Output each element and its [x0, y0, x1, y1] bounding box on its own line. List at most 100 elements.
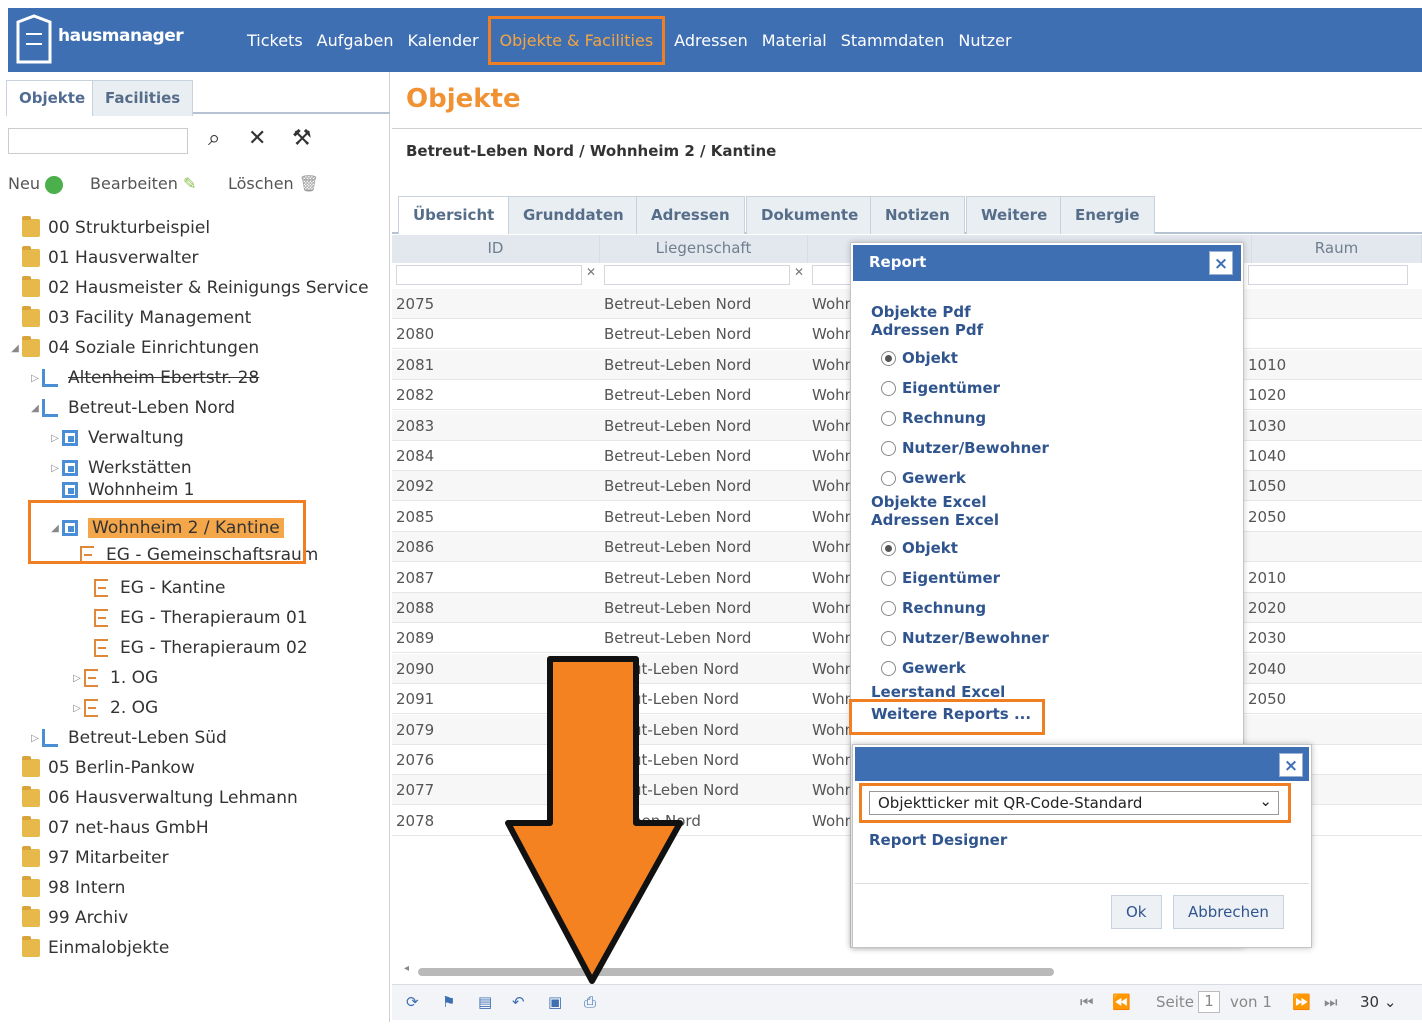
column-header-liegenschaft[interactable]: Liegenschaft [600, 235, 808, 263]
tree-node[interactable]: ◢ Betreut-Leben Nord [28, 394, 235, 422]
pdf-option-rechnung[interactable]: Rechnung [881, 409, 986, 427]
nav-tickets[interactable]: Tickets [240, 31, 310, 50]
save-icon[interactable]: ▤ [478, 993, 492, 1011]
tab-uebersicht[interactable]: Übersicht [398, 196, 510, 234]
tree-node[interactable]: 03 Facility Management [8, 304, 251, 332]
tab-objekte[interactable]: Objekte [6, 80, 99, 116]
nav-aufgaben[interactable]: Aufgaben [310, 31, 401, 50]
report-designer-link[interactable]: Report Designer [869, 831, 1007, 849]
page-input[interactable]: 1 [1198, 991, 1220, 1013]
filter-input-id[interactable] [396, 265, 582, 285]
tree-node[interactable]: Wohnheim 1 [48, 480, 195, 500]
tree-node[interactable]: ▷ Betreut-Leben Süd [28, 724, 227, 752]
close-icon[interactable]: × [1209, 251, 1233, 275]
tree-node[interactable]: 98 Intern [8, 874, 125, 902]
tab-dokumente[interactable]: Dokumente [746, 196, 874, 234]
pdf-option-eigentuemer[interactable]: Eigentümer [881, 379, 1000, 397]
tab-grunddaten[interactable]: Grunddaten [508, 196, 639, 234]
pdf-option-gewerk[interactable]: Gewerk [881, 469, 966, 487]
filter-input-liegenschaft[interactable] [604, 265, 790, 285]
collapsed-arrow-icon[interactable]: ▷ [48, 463, 62, 474]
excel-option-nutzer[interactable]: Nutzer/Bewohner [881, 629, 1049, 647]
clear-filter-icon[interactable]: ✕ [586, 265, 596, 279]
excel-option-eigentuemer[interactable]: Eigentümer [881, 569, 1000, 587]
nav-stammdaten[interactable]: Stammdaten [834, 31, 952, 50]
tab-notizen[interactable]: Notizen [870, 196, 965, 234]
pdf-option-nutzer[interactable]: Nutzer/Bewohner [881, 439, 1049, 457]
collapsed-arrow-icon[interactable]: ▷ [28, 733, 42, 744]
filter-input-raum[interactable] [1248, 265, 1408, 285]
tree-node[interactable]: Einmalobjekte [8, 934, 169, 962]
tree-node[interactable]: ▷ Altenheim Ebertstr. 28 [28, 364, 259, 392]
tree-node[interactable]: ▷ 1. OG [70, 664, 158, 692]
adressen-excel-link[interactable]: Adressen Excel [871, 511, 999, 529]
tree-node[interactable]: 02 Hausmeister & Reinigungs Service [8, 274, 369, 302]
excel-option-objekt[interactable]: Objekt [881, 539, 958, 557]
scroll-left-icon[interactable]: ◂ [404, 963, 409, 974]
print-icon[interactable]: ⎙ [584, 993, 596, 1011]
prev-page-icon[interactable]: ⏪ [1112, 993, 1131, 1011]
tree-node[interactable]: EG - Kantine [94, 574, 226, 602]
close-icon[interactable]: × [1279, 753, 1303, 777]
tools-icon[interactable]: ⚒ [292, 126, 312, 151]
adressen-pdf-link[interactable]: Adressen Pdf [871, 321, 983, 339]
pdf-option-objekt[interactable]: Objekt [881, 349, 958, 367]
tree-search-input[interactable] [8, 128, 188, 154]
first-page-icon[interactable]: ⏮ [1080, 993, 1094, 1011]
app-logo[interactable]: hausmanager [8, 8, 184, 72]
next-page-icon[interactable]: ⏩ [1292, 993, 1311, 1011]
nav-kalender[interactable]: Kalender [401, 31, 486, 50]
tree-node[interactable]: 01 Hausverwalter [8, 244, 199, 272]
tab-energie[interactable]: Energie [1060, 196, 1155, 234]
tab-adressen[interactable]: Adressen [636, 196, 745, 234]
collapsed-arrow-icon[interactable]: ▷ [70, 703, 84, 714]
search-icon[interactable]: ⌕ [208, 126, 220, 151]
tab-facilities[interactable]: Facilities [92, 80, 194, 116]
column-header-id[interactable]: ID [392, 235, 600, 263]
nav-objekte-facilities[interactable]: Objekte & Facilities [487, 15, 666, 65]
tree-node[interactable]: ▷ Werkstätten [48, 454, 191, 482]
refresh-icon[interactable]: ⟳ [406, 993, 419, 1011]
tree-node[interactable]: ▷ Verwaltung [48, 424, 184, 452]
nav-nutzer[interactable]: Nutzer [951, 31, 1018, 50]
ok-button[interactable]: Ok [1111, 895, 1162, 929]
table-cell: 2076 [396, 751, 435, 769]
columns-icon[interactable]: ▣ [548, 993, 562, 1011]
grid-pager: ⟳ ⚑ ▤ ↶ ▣ ⎙ ⏮ ⏪ Seite 1 von 1 ⏩ ⏭ 30 ⌄ [392, 984, 1422, 1020]
table-cell: Betreut-Leben Nord [604, 507, 752, 526]
cancel-button[interactable]: Abbrechen [1173, 895, 1284, 929]
pin-icon[interactable]: ⚑ [442, 993, 455, 1011]
tree-node[interactable]: 97 Mitarbeiter [8, 844, 169, 872]
tab-weitere[interactable]: Weitere [966, 196, 1063, 234]
tree-node[interactable]: 06 Hausverwaltung Lehmann [8, 784, 298, 812]
objekte-pdf-link[interactable]: Objekte Pdf [871, 303, 971, 321]
tree-node[interactable]: 99 Archiv [8, 904, 128, 932]
tree-node[interactable]: EG - Therapieraum 01 [94, 604, 308, 632]
filter-input[interactable] [812, 265, 852, 285]
tree-node[interactable]: 00 Strukturbeispiel [8, 214, 210, 242]
nav-material[interactable]: Material [755, 31, 834, 50]
expanded-arrow-icon[interactable]: ◢ [28, 403, 42, 414]
tree-node[interactable]: 05 Berlin-Pankow [8, 754, 195, 782]
objekte-excel-link[interactable]: Objekte Excel [871, 493, 986, 511]
tree-node[interactable]: ◢ 04 Soziale Einrichtungen [8, 334, 259, 362]
page-size-select[interactable]: 30 ⌄ [1360, 993, 1396, 1011]
excel-option-rechnung[interactable]: Rechnung [881, 599, 986, 617]
edit-button[interactable]: Bearbeiten ✎ [90, 174, 196, 193]
last-page-icon[interactable]: ⏭ [1324, 993, 1338, 1011]
tree-node[interactable]: ▷ 2. OG [70, 694, 158, 722]
clear-filter-icon[interactable]: ✕ [794, 265, 804, 279]
clear-icon[interactable]: ✕ [248, 126, 266, 151]
collapsed-arrow-icon[interactable]: ▷ [48, 433, 62, 444]
expanded-arrow-icon[interactable]: ◢ [8, 343, 22, 354]
collapsed-arrow-icon[interactable]: ▷ [70, 673, 84, 684]
nav-adressen[interactable]: Adressen [667, 31, 755, 50]
tree-node[interactable]: EG - Therapieraum 02 [94, 634, 308, 662]
excel-option-gewerk[interactable]: Gewerk [881, 659, 966, 677]
new-button[interactable]: Neu [8, 174, 64, 194]
column-header-raum[interactable]: Raum [1252, 235, 1422, 263]
delete-button[interactable]: Löschen 🗑 [228, 174, 319, 193]
tree-node[interactable]: 07 net-haus GmbH [8, 814, 209, 842]
undo-icon[interactable]: ↶ [512, 993, 525, 1011]
collapsed-arrow-icon[interactable]: ▷ [28, 373, 42, 384]
